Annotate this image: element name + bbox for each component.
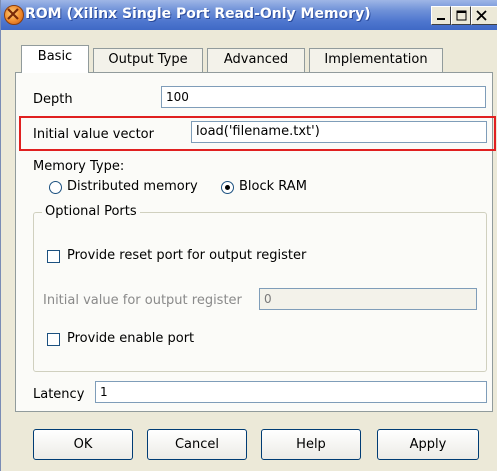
rom-dialog-window: ROM (Xilinx Single Port Read-Only Memory…: [0, 0, 497, 471]
initial-value-vector-label: Initial value vector: [33, 127, 154, 142]
enable-port-checkbox[interactable]: [47, 333, 60, 346]
reset-port-label: Provide reset port for output register: [67, 248, 307, 263]
maximize-icon: [456, 10, 467, 21]
xilinx-logo-icon: [4, 5, 24, 25]
tab-advanced[interactable]: Advanced: [207, 48, 305, 72]
tab-output-type[interactable]: Output Type: [93, 48, 203, 72]
window-title: ROM (Xilinx Single Port Read-Only Memory…: [25, 6, 371, 22]
close-button[interactable]: [471, 6, 497, 25]
tab-bar: Basic Output Type Advanced Implementatio…: [1, 45, 497, 73]
minimize-button[interactable]: [431, 6, 451, 25]
tab-implementation[interactable]: Implementation: [309, 48, 443, 72]
depth-label: Depth: [33, 92, 73, 107]
minimize-icon: [437, 18, 445, 20]
distributed-memory-label: Distributed memory: [67, 179, 198, 194]
radio-selected-dot: [225, 185, 230, 190]
initial-output-register-field: 0: [259, 288, 477, 310]
apply-button[interactable]: Apply: [377, 429, 479, 460]
ok-button[interactable]: OK: [33, 429, 133, 460]
initial-output-register-label: Initial value for output register: [43, 293, 242, 308]
tab-basic[interactable]: Basic: [21, 45, 89, 73]
latency-field[interactable]: 1: [95, 381, 487, 403]
maximize-button[interactable]: [451, 6, 471, 25]
initial-value-vector-field[interactable]: load('filename.txt'): [191, 121, 487, 143]
distributed-memory-radio[interactable]: [49, 181, 62, 194]
close-icon: [476, 10, 487, 21]
latency-label: Latency: [33, 387, 85, 402]
cancel-button[interactable]: Cancel: [147, 429, 247, 460]
depth-field[interactable]: 100: [161, 86, 486, 108]
optional-ports-title: Optional Ports: [42, 204, 140, 219]
memory-type-label: Memory Type:: [33, 159, 125, 174]
block-ram-label: Block RAM: [239, 179, 307, 194]
enable-port-label: Provide enable port: [67, 331, 195, 346]
reset-port-checkbox[interactable]: [47, 250, 60, 263]
title-bar[interactable]: ROM (Xilinx Single Port Read-Only Memory…: [1, 0, 497, 30]
block-ram-radio[interactable]: [221, 181, 234, 194]
help-button[interactable]: Help: [261, 429, 361, 460]
